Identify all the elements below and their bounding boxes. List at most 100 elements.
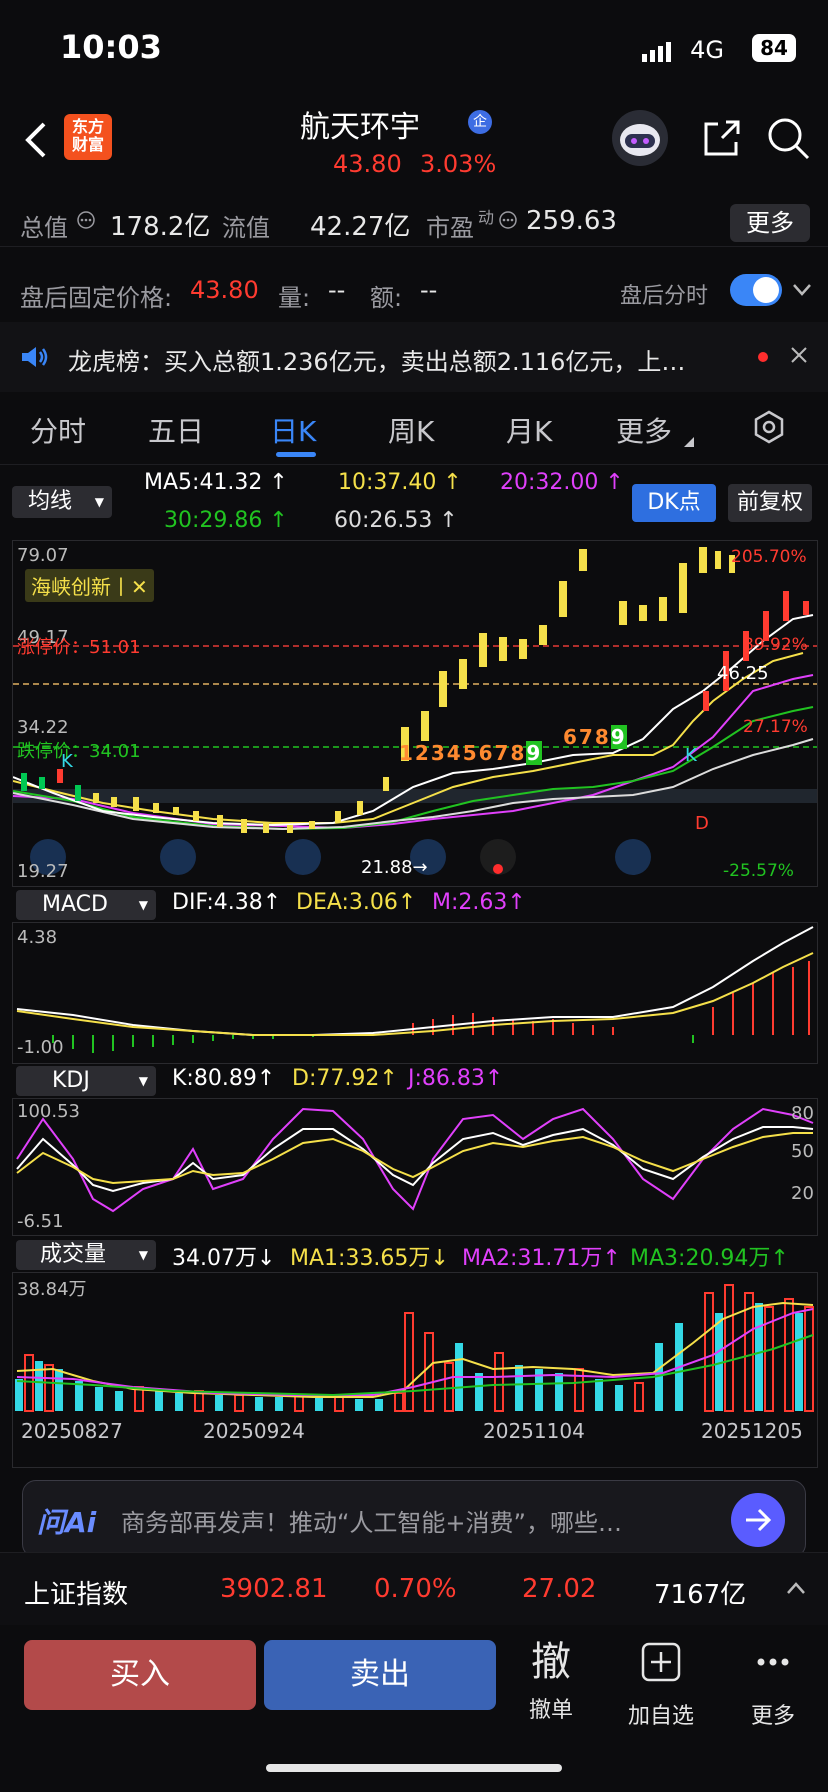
macd-selector[interactable]: MACD ▼ [16,890,156,920]
d-marker: D [695,813,709,834]
assistant-avatar-icon[interactable] [612,110,668,166]
macd-chart[interactable]: 4.38 -1.00 [12,922,818,1064]
date-label: 20251205 [701,1419,803,1443]
kdj-j: J:86.83↑ [408,1066,504,1091]
tab-five-day[interactable]: 五日 [148,410,204,450]
macd-bottom-label: -1.00 [17,1037,64,1058]
app-logo: 东方 财富 [64,114,112,160]
cancel-order-button[interactable]: 撤 撤单 [506,1640,596,1724]
status-bar: 10:03 4G 84 [0,0,828,100]
settings-icon[interactable] [752,410,786,448]
stock-name: 航天环宇 [300,110,420,145]
ma30-label: 30:29.86 ↑ [164,508,288,533]
dk-point-button[interactable]: DK点 [632,484,716,522]
pct-tick-3: 27.17% [743,717,808,737]
back-icon[interactable] [22,118,62,164]
clock: 10:03 [60,28,162,66]
td-sequence-2: 6789 [563,725,627,749]
kdj-d: D:77.92↑ [292,1066,398,1091]
y-low-label: 19.27 [17,861,69,882]
add-square-icon [641,1642,681,1682]
date-label: 20251104 [483,1419,585,1443]
y-high-label: 79.07 [17,545,69,566]
chip-tag[interactable]: 海峡创新丨✕ [25,569,154,602]
kdj-selector[interactable]: KDJ ▼ [16,1066,156,1096]
enterprise-badge: 企 [468,110,492,134]
caret-icon [684,432,694,451]
afterhours-label: 盘后固定价格: [20,284,173,312]
adjust-price-button[interactable]: 前复权 [728,484,812,522]
tab-more[interactable]: 更多 [616,410,672,450]
tab-weekly-k[interactable]: 周K [388,410,434,450]
chevron-up-icon[interactable] [786,1580,806,1599]
volume-selector[interactable]: 成交量 ▼ [16,1240,156,1270]
pe-sup: 动 [478,208,495,227]
kdj-chart[interactable]: 100.53 -6.51 80 50 20 [12,1098,818,1236]
chevron-down-icon[interactable] [792,282,812,301]
buy-button[interactable]: 买入 [24,1640,256,1710]
kdj-bottom-label: -6.51 [17,1211,64,1232]
fullscreen-icon[interactable] [615,839,651,875]
afterhours-time-label: 盘后分时 [620,284,709,309]
ma-selector[interactable]: 均线 ▼ [12,486,112,518]
macd-dea: DEA:3.06↑ [296,890,417,915]
tab-monthly-k[interactable]: 月K [506,410,552,450]
volume-chart[interactable]: 38.84万 20250827 20250924 20251104 202512… [12,1272,818,1468]
afterhours-toggle[interactable] [730,274,782,306]
speaker-icon [20,344,50,374]
ai-prompt-text: 商务部再发声！推动“人工智能+消费”，哪些… [121,1509,622,1537]
k-marker: K [61,751,73,772]
search-icon[interactable] [766,116,810,164]
volume-ma2: MA2:31.71万↑ [462,1246,621,1271]
kdj-50-label: 50 [791,1141,814,1162]
tab-intraday[interactable]: 分时 [30,410,86,450]
ai-send-button[interactable] [731,1493,785,1547]
index-value: 3902.81 [220,1574,328,1604]
y-tick-3: 34.22 [17,717,69,738]
info-icon[interactable] [498,210,518,234]
kdj-k: K:80.89↑ [172,1066,276,1091]
macd-top-label: 4.38 [17,927,58,948]
low-marker: 21.88→ [361,857,428,878]
ai-bar[interactable]: 问Ai 商务部再发声！推动“人工智能+消费”，哪些… [22,1480,806,1558]
td-sequence-1: 123456789 [399,741,543,765]
volume-ma3: MA3:20.94万↑ [630,1246,789,1271]
volume-value: 34.07万↓ [172,1246,276,1271]
kline-chart[interactable]: 79.07 海峡创新丨✕ 49.17 涨停价：51.01 34.22 跌停价：3… [12,540,818,887]
index-pct: 0.70% [374,1574,457,1604]
arrow-right-icon [746,1508,772,1532]
index-name: 上证指数 [24,1580,129,1610]
afterhours-vol: -- [328,276,346,304]
zoom-out-icon[interactable] [160,839,196,875]
ai-brand: 问Ai [37,1506,97,1539]
limit-up-label: 涨停价：51.01 [17,637,141,658]
unread-dot [758,352,768,362]
more-actions-button[interactable]: 更多 [728,1640,818,1730]
battery-icon: 84 [752,34,796,62]
volume-ma1: MA1:33.65万↓ [290,1246,449,1271]
pct-high-label: 205.70% [731,547,807,567]
zoom-in-icon[interactable] [285,839,321,875]
limit-down-label: 跌停价：34.01 [17,741,141,762]
last-price-label: 46.25 [717,663,769,684]
stock-price: 43.80 [333,150,402,178]
date-label: 20250924 [203,1419,305,1443]
pct-low-label: -25.57% [723,861,794,881]
add-watchlist-button[interactable]: 加自选 [616,1640,706,1730]
stock-change-pct: 3.03% [420,150,497,178]
afterhours-price: 43.80 [190,276,259,304]
info-icon[interactable] [76,210,96,234]
afterhours-amt-label: 额: [370,284,403,312]
share-icon[interactable] [700,118,742,164]
close-icon[interactable] [790,346,808,368]
more-stats-button[interactable]: 更多 [730,204,810,242]
float-value-label: 流值 [222,214,270,242]
macd-dif: DIF:4.38↑ [172,890,282,915]
tab-daily-k[interactable]: 日K [270,410,316,450]
sell-button[interactable]: 卖出 [264,1640,496,1710]
macd-m: M:2.63↑ [432,890,526,915]
date-label: 20250827 [21,1419,123,1443]
total-value-label: 总值 [20,214,68,242]
float-value: 42.27亿 [310,212,411,242]
total-value: 178.2亿 [110,212,211,242]
